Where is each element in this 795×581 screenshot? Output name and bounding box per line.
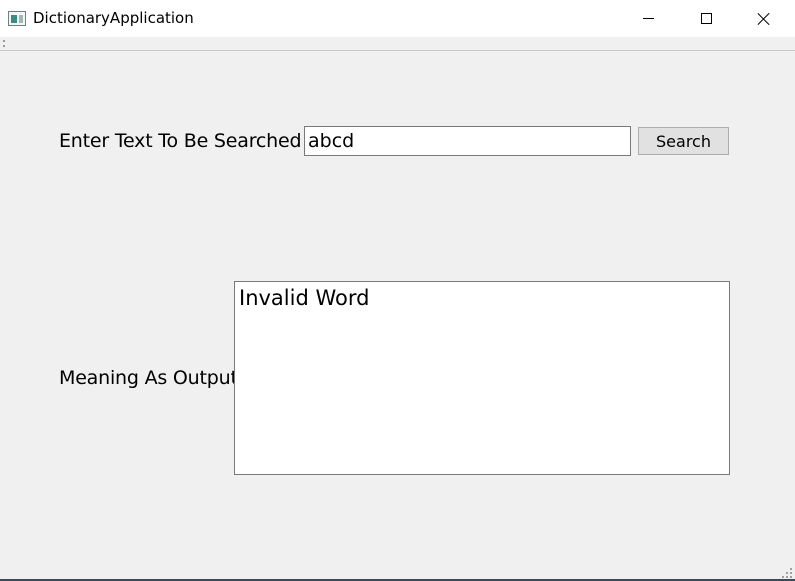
minimize-icon: [642, 18, 654, 19]
window-title: DictionaryApplication: [33, 9, 194, 27]
title-bar[interactable]: DictionaryApplication: [0, 0, 795, 37]
resize-grip-icon[interactable]: [781, 567, 793, 579]
minimize-button[interactable]: [625, 0, 671, 37]
app-window-icon: [8, 11, 26, 26]
close-button[interactable]: [741, 0, 787, 37]
toolbar-strip: [0, 37, 795, 51]
maximize-button[interactable]: [683, 0, 729, 37]
output-label: Meaning As Output: [59, 367, 238, 389]
meaning-output-area[interactable]: Invalid Word: [234, 281, 730, 475]
search-label: Enter Text To Be Searched: [59, 130, 302, 152]
toolbar-grip-icon[interactable]: [3, 40, 5, 48]
search-input[interactable]: [304, 126, 631, 156]
maximize-icon: [700, 13, 712, 24]
search-button[interactable]: Search: [638, 127, 729, 155]
dictionary-application-window: DictionaryApplication Enter Text To Be S…: [0, 0, 795, 581]
close-icon: [757, 12, 771, 26]
